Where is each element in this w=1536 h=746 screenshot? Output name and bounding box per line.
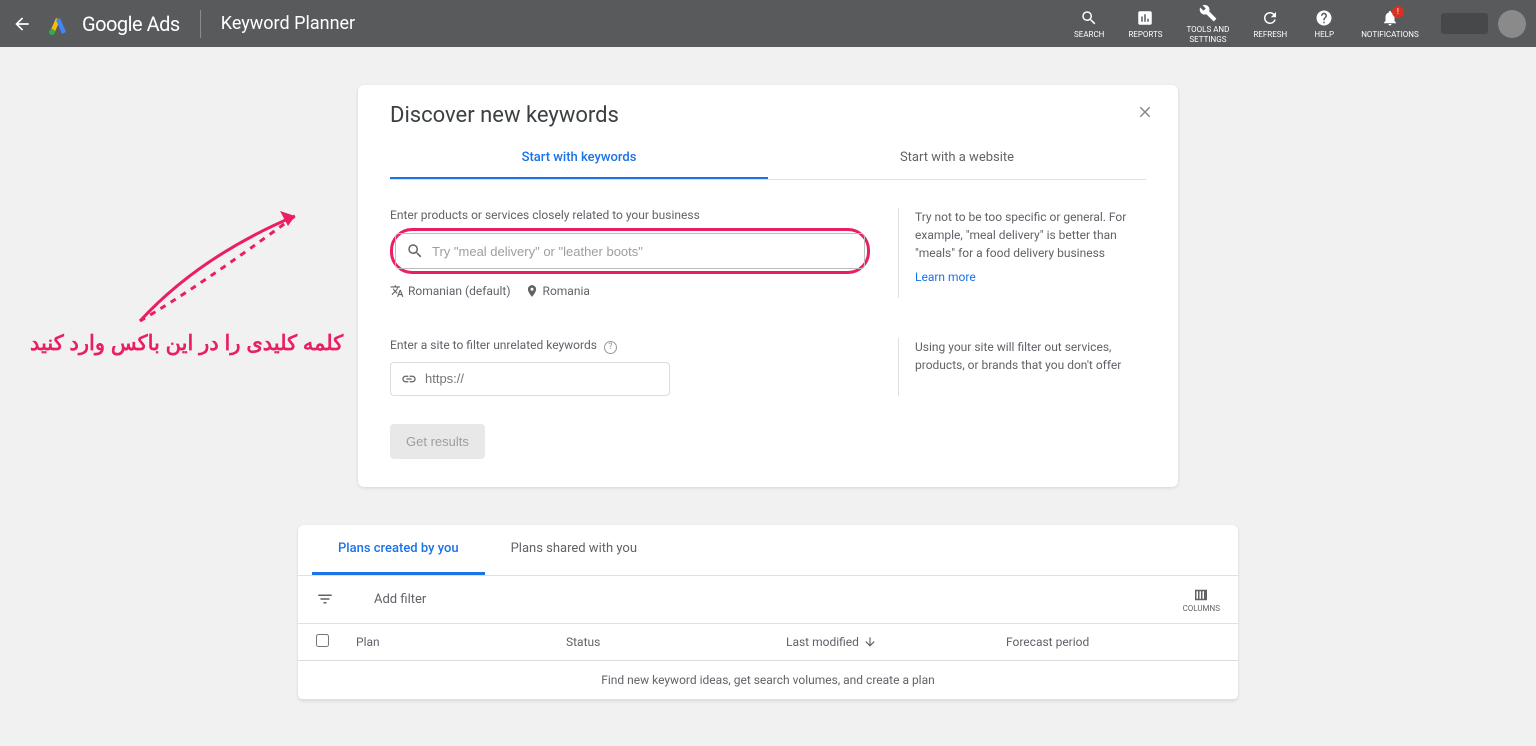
link-icon bbox=[401, 371, 417, 387]
location-icon bbox=[525, 284, 539, 298]
nav-tools[interactable]: TOOLS AND SETTINGS bbox=[1174, 0, 1241, 48]
nav-label: NOTIFICATIONS bbox=[1361, 30, 1418, 40]
search-icon bbox=[1079, 8, 1099, 28]
app-header: Google Ads Keyword Planner SEARCH REPORT… bbox=[0, 0, 1536, 47]
header-left: Google Ads Keyword Planner bbox=[10, 10, 355, 38]
table-header: Plan Status Last modified Forecast perio… bbox=[298, 624, 1238, 661]
nav-refresh[interactable]: REFRESH bbox=[1241, 4, 1299, 44]
nav-label: TOOLS AND SETTINGS bbox=[1186, 25, 1229, 44]
reports-icon bbox=[1135, 8, 1155, 28]
add-filter-button[interactable]: Add filter bbox=[374, 592, 426, 607]
nav-label: HELP bbox=[1314, 30, 1334, 40]
nav-help[interactable]: HELP bbox=[1299, 4, 1349, 44]
filter-icon[interactable] bbox=[316, 590, 334, 608]
keyword-input-highlight bbox=[390, 228, 870, 274]
refresh-icon bbox=[1260, 8, 1280, 28]
filter-row: Add filter COLUMNS bbox=[298, 576, 1238, 624]
tab-website[interactable]: Start with a website bbox=[768, 138, 1146, 179]
sort-down-icon bbox=[863, 635, 877, 649]
back-arrow-icon[interactable] bbox=[10, 12, 34, 36]
discover-card: Discover new keywords Start with keyword… bbox=[358, 85, 1178, 487]
google-ads-logo-icon bbox=[46, 12, 70, 36]
nav-label: REFRESH bbox=[1253, 30, 1287, 40]
col-forecast[interactable]: Forecast period bbox=[1006, 635, 1220, 649]
keyword-hint: Try not to be too specific or general. F… bbox=[915, 208, 1146, 262]
col-modified[interactable]: Last modified bbox=[786, 635, 1006, 649]
nav-label: SEARCH bbox=[1074, 30, 1104, 40]
empty-state: Find new keyword ideas, get search volum… bbox=[298, 661, 1238, 700]
columns-icon bbox=[1192, 586, 1210, 604]
keyword-section: Enter products or services closely relat… bbox=[390, 208, 1146, 298]
wrench-icon bbox=[1198, 3, 1218, 23]
plans-tabs: Plans created by you Plans shared with y… bbox=[298, 525, 1238, 576]
keyword-input[interactable] bbox=[432, 244, 854, 259]
account-info[interactable] bbox=[1441, 13, 1488, 34]
nav-search[interactable]: SEARCH bbox=[1062, 4, 1116, 44]
select-all-checkbox[interactable] bbox=[316, 634, 329, 647]
col-status[interactable]: Status bbox=[566, 635, 786, 649]
help-tooltip-icon[interactable]: ? bbox=[604, 341, 617, 354]
get-results-button[interactable]: Get results bbox=[390, 424, 485, 459]
bell-icon bbox=[1380, 8, 1400, 28]
columns-button[interactable]: COLUMNS bbox=[1183, 586, 1220, 613]
learn-more-link[interactable]: Learn more bbox=[915, 268, 976, 286]
lang-loc-row: Romanian (default) Romania bbox=[390, 284, 870, 298]
tab-plans-mine[interactable]: Plans created by you bbox=[312, 525, 485, 575]
keyword-field-label: Enter products or services closely relat… bbox=[390, 208, 870, 222]
help-icon bbox=[1314, 8, 1334, 28]
header-right: SEARCH REPORTS TOOLS AND SETTINGS REFRES… bbox=[1062, 0, 1526, 48]
search-icon bbox=[406, 242, 424, 260]
nav-label: REPORTS bbox=[1128, 30, 1162, 40]
site-field-label: Enter a site to filter unrelated keyword… bbox=[390, 338, 870, 354]
nav-reports[interactable]: REPORTS bbox=[1116, 4, 1174, 44]
nav-notifications[interactable]: NOTIFICATIONS bbox=[1349, 4, 1430, 44]
plans-card: Plans created by you Plans shared with y… bbox=[298, 525, 1238, 700]
brand-label: Google Ads bbox=[82, 12, 180, 36]
avatar[interactable] bbox=[1498, 10, 1526, 38]
main-content: Discover new keywords Start with keyword… bbox=[0, 47, 1536, 700]
language-selector[interactable]: Romanian (default) bbox=[390, 284, 511, 298]
location-selector[interactable]: Romania bbox=[525, 284, 590, 298]
site-input[interactable] bbox=[425, 371, 659, 386]
col-plan[interactable]: Plan bbox=[356, 635, 566, 649]
site-section: Enter a site to filter unrelated keyword… bbox=[390, 338, 1146, 396]
card-title: Discover new keywords bbox=[390, 103, 1146, 128]
divider bbox=[200, 10, 201, 38]
close-icon[interactable] bbox=[1136, 103, 1154, 121]
tab-keywords[interactable]: Start with keywords bbox=[390, 138, 768, 179]
translate-icon bbox=[390, 284, 404, 298]
discover-tabs: Start with keywords Start with a website bbox=[390, 138, 1146, 180]
site-hint: Using your site will filter out services… bbox=[915, 338, 1146, 374]
app-title: Keyword Planner bbox=[221, 13, 355, 34]
tab-plans-shared[interactable]: Plans shared with you bbox=[485, 525, 663, 575]
